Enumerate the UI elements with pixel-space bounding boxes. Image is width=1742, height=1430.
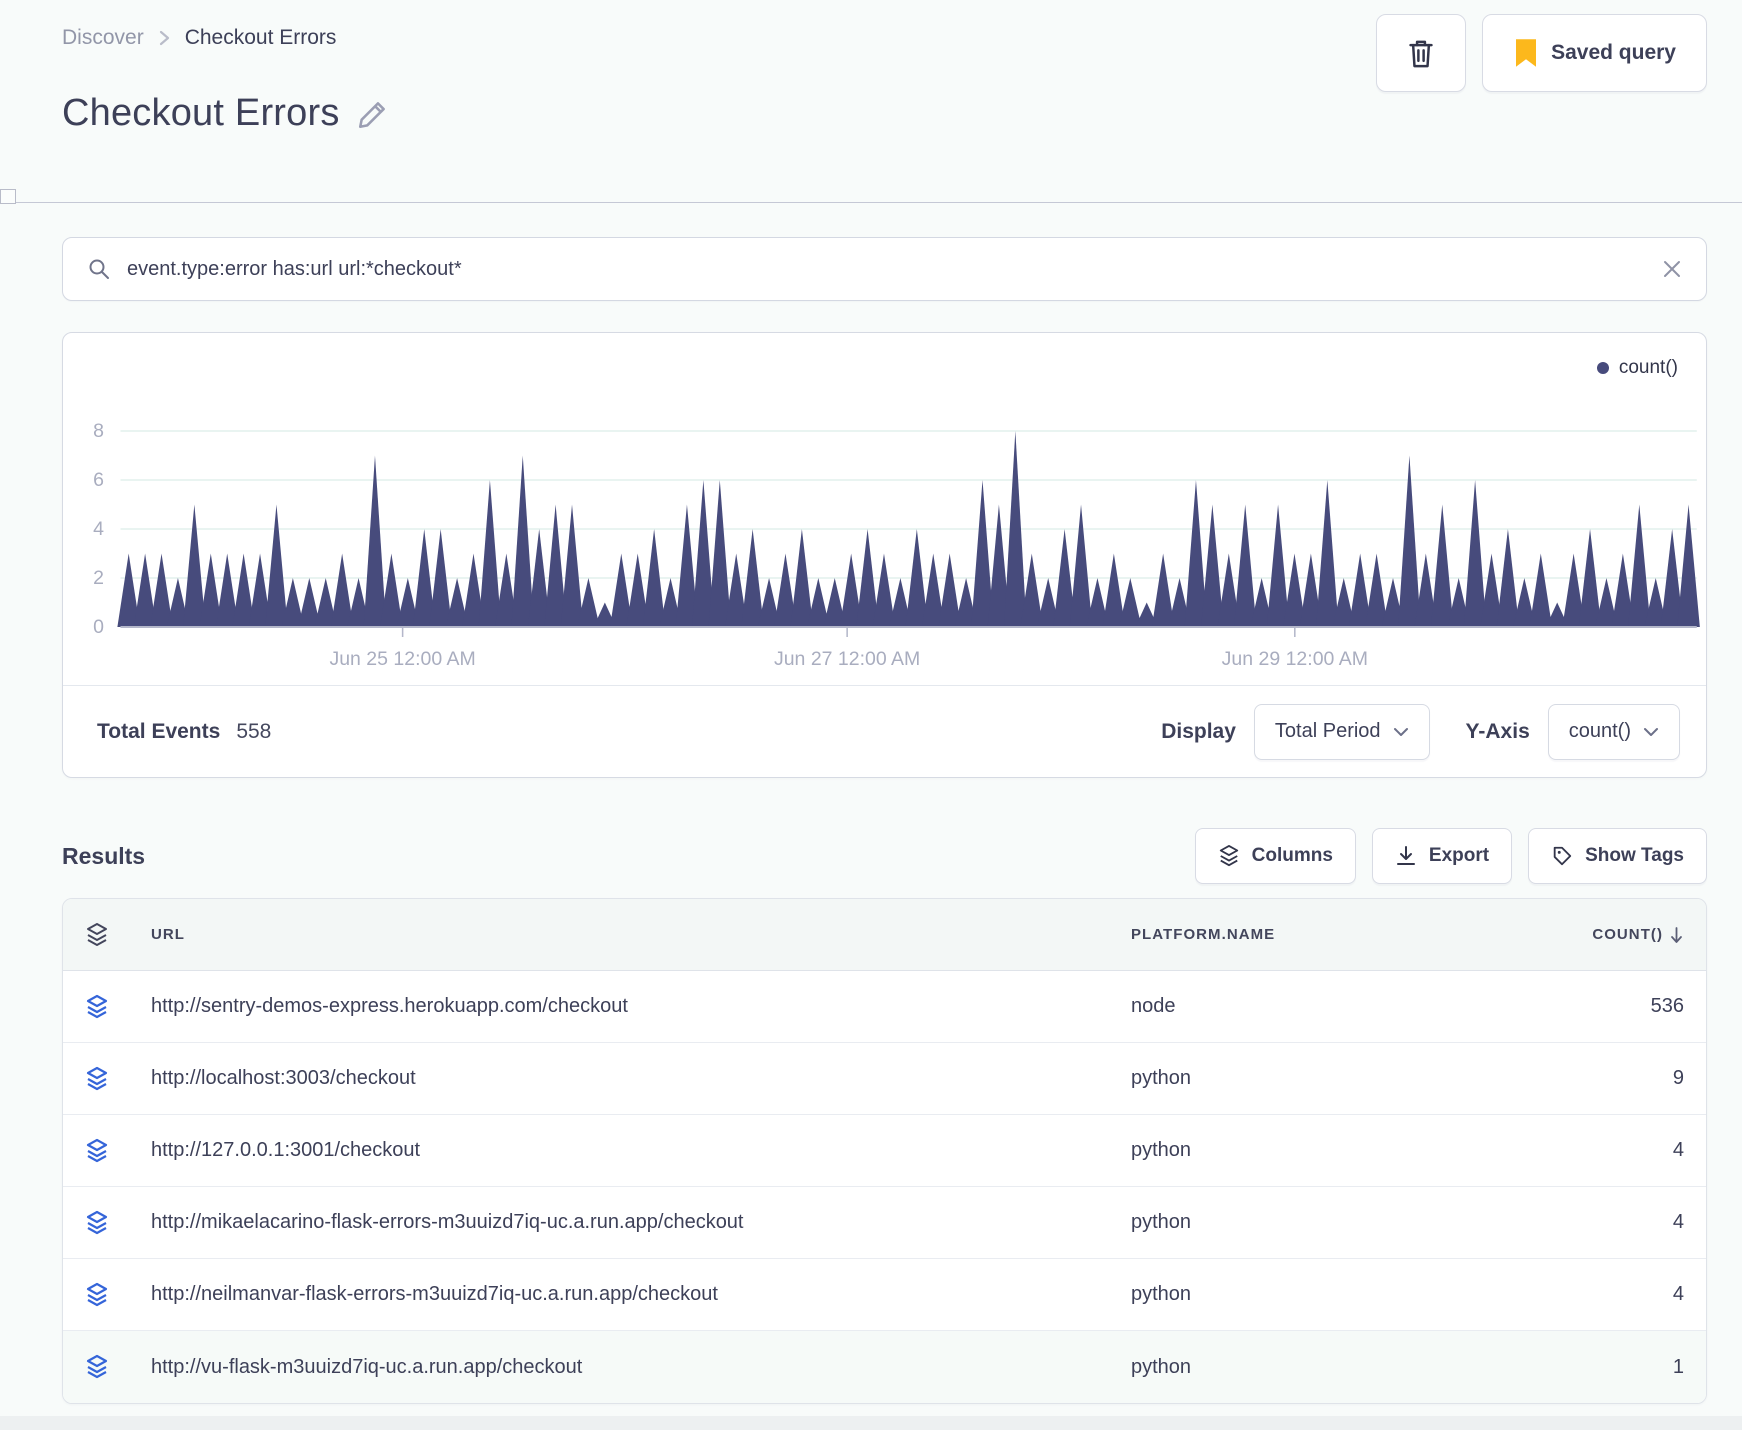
- results-heading: Results: [62, 842, 146, 869]
- svg-text:Jun 25 12:00 AM: Jun 25 12:00 AM: [329, 649, 475, 670]
- download-icon: [1395, 844, 1417, 868]
- table-row[interactable]: http://localhost:3003/checkout python 9: [63, 1043, 1706, 1115]
- display-dropdown-value: Total Period: [1274, 720, 1381, 742]
- legend-series-dot: [1596, 362, 1609, 374]
- count-cell: 1: [1672, 1355, 1684, 1378]
- platform-cell: node: [1131, 995, 1176, 1017]
- svg-text:Jun 29 12:00 AM: Jun 29 12:00 AM: [1222, 649, 1368, 670]
- svg-text:4: 4: [93, 519, 104, 540]
- svg-text:6: 6: [93, 470, 104, 491]
- delete-query-button[interactable]: [1376, 14, 1467, 92]
- stack-events-icon[interactable]: [85, 1138, 151, 1164]
- page-title: Checkout Errors: [62, 92, 340, 134]
- platform-cell: python: [1131, 1067, 1192, 1089]
- svg-text:0: 0: [93, 617, 104, 638]
- url-cell[interactable]: http://vu-flask-m3uuizd7iq-uc.a.run.app/…: [151, 1356, 1131, 1379]
- table-row[interactable]: http://neilmanvar-flask-errors-m3uuizd7i…: [63, 1259, 1706, 1331]
- saved-query-label: Saved query: [1551, 41, 1676, 64]
- stack-icon: [1218, 844, 1240, 868]
- event-volume-chart: 0 2 4 6 8 Jun 25 12:00 AM Jun 27 12:00 AM Jun 2…: [93, 421, 1700, 670]
- stack-events-icon[interactable]: [85, 1066, 151, 1092]
- url-cell[interactable]: http://mikaelacarino-flask-errors-m3uuiz…: [151, 1211, 1131, 1234]
- search-icon: [87, 257, 111, 281]
- stack-events-icon[interactable]: [85, 994, 151, 1020]
- count-cell: 4: [1672, 1139, 1684, 1161]
- url-cell[interactable]: http://localhost:3003/checkout: [151, 1067, 1131, 1090]
- yaxis-dropdown-value: count(): [1568, 720, 1631, 742]
- display-dropdown[interactable]: Total Period: [1253, 703, 1430, 760]
- search-input[interactable]: event.type:error has:url url:*checkout*: [127, 258, 1646, 281]
- page-bottom-strip: [0, 1416, 1742, 1430]
- table-row[interactable]: http://127.0.0.1:3001/checkout python 4: [63, 1115, 1706, 1187]
- stack-events-icon[interactable]: [85, 1354, 151, 1380]
- url-cell[interactable]: http://neilmanvar-flask-errors-m3uuizd7i…: [151, 1283, 1131, 1306]
- edit-pencil-icon[interactable]: [356, 97, 390, 131]
- bookmark-icon: [1513, 38, 1539, 68]
- saved-query-button[interactable]: Saved query: [1482, 14, 1707, 92]
- yaxis-label: Y-Axis: [1465, 719, 1530, 743]
- search-bar[interactable]: event.type:error has:url url:*checkout*: [62, 237, 1707, 301]
- total-events-label: Total Events: [97, 719, 221, 743]
- tag-icon: [1551, 844, 1573, 868]
- trash-icon: [1405, 36, 1437, 70]
- columns-button-label: Columns: [1251, 845, 1333, 866]
- results-table: URL PLATFORM.NAME COUNT() http://sentry-…: [62, 898, 1707, 1404]
- table-header-row: URL PLATFORM.NAME COUNT(): [63, 899, 1706, 971]
- columns-button[interactable]: Columns: [1194, 828, 1356, 884]
- stack-icon[interactable]: [85, 922, 151, 948]
- count-cell: 9: [1672, 1067, 1684, 1089]
- column-header-url[interactable]: URL: [151, 926, 1131, 943]
- url-cell[interactable]: http://sentry-demos-express.herokuapp.co…: [151, 995, 1131, 1018]
- total-events-value: 558: [236, 719, 272, 743]
- table-body: http://sentry-demos-express.herokuapp.co…: [63, 971, 1706, 1403]
- column-header-count-label: COUNT(): [1592, 926, 1663, 943]
- page-header: Discover Checkout Errors Saved query Che…: [0, 0, 1742, 204]
- export-button[interactable]: Export: [1371, 828, 1513, 884]
- url-cell[interactable]: http://127.0.0.1:3001/checkout: [151, 1139, 1131, 1162]
- display-label: Display: [1161, 719, 1236, 743]
- table-row[interactable]: http://vu-flask-m3uuizd7iq-uc.a.run.app/…: [63, 1331, 1706, 1403]
- sort-desc-arrow-icon: [1669, 926, 1684, 944]
- yaxis-dropdown[interactable]: count(): [1547, 703, 1680, 760]
- column-header-count[interactable]: COUNT(): [1514, 926, 1684, 944]
- export-button-label: Export: [1428, 845, 1490, 866]
- chart-legend: count(): [63, 333, 1706, 379]
- chevron-right-icon: [158, 28, 171, 48]
- legend-series-label: count(): [1618, 357, 1678, 378]
- show-tags-button-label: Show Tags: [1585, 845, 1684, 866]
- chart-footer: Total Events 558 Display Total Period Y-…: [63, 685, 1706, 777]
- count-cell: 536: [1650, 995, 1684, 1017]
- chevron-down-icon: [1643, 727, 1659, 737]
- chart-panel: count() 0 2 4 6 8 Jun 25 12:00 AM Jun 27 12:00…: [62, 332, 1707, 778]
- sidebar-collapse-handle[interactable]: [0, 189, 16, 204]
- stack-events-icon[interactable]: [85, 1282, 151, 1308]
- count-cell: 4: [1672, 1283, 1684, 1305]
- platform-cell: python: [1131, 1139, 1192, 1161]
- breadcrumb-current: Checkout Errors: [184, 26, 337, 49]
- stack-events-icon[interactable]: [85, 1210, 151, 1236]
- table-row[interactable]: http://mikaelacarino-flask-errors-m3uuiz…: [63, 1187, 1706, 1259]
- platform-cell: python: [1131, 1283, 1192, 1305]
- column-header-platform[interactable]: PLATFORM.NAME: [1131, 926, 1514, 943]
- clear-search-icon[interactable]: [1662, 259, 1682, 279]
- chevron-down-icon: [1393, 727, 1409, 737]
- show-tags-button[interactable]: Show Tags: [1528, 828, 1707, 884]
- platform-cell: python: [1131, 1211, 1192, 1233]
- svg-text:Jun 27 12:00 AM: Jun 27 12:00 AM: [774, 649, 920, 670]
- table-row[interactable]: http://sentry-demos-express.herokuapp.co…: [63, 971, 1706, 1043]
- breadcrumb-discover[interactable]: Discover: [62, 26, 144, 50]
- svg-text:2: 2: [93, 568, 104, 589]
- platform-cell: python: [1131, 1355, 1192, 1378]
- count-cell: 4: [1672, 1211, 1684, 1233]
- svg-text:8: 8: [93, 421, 104, 442]
